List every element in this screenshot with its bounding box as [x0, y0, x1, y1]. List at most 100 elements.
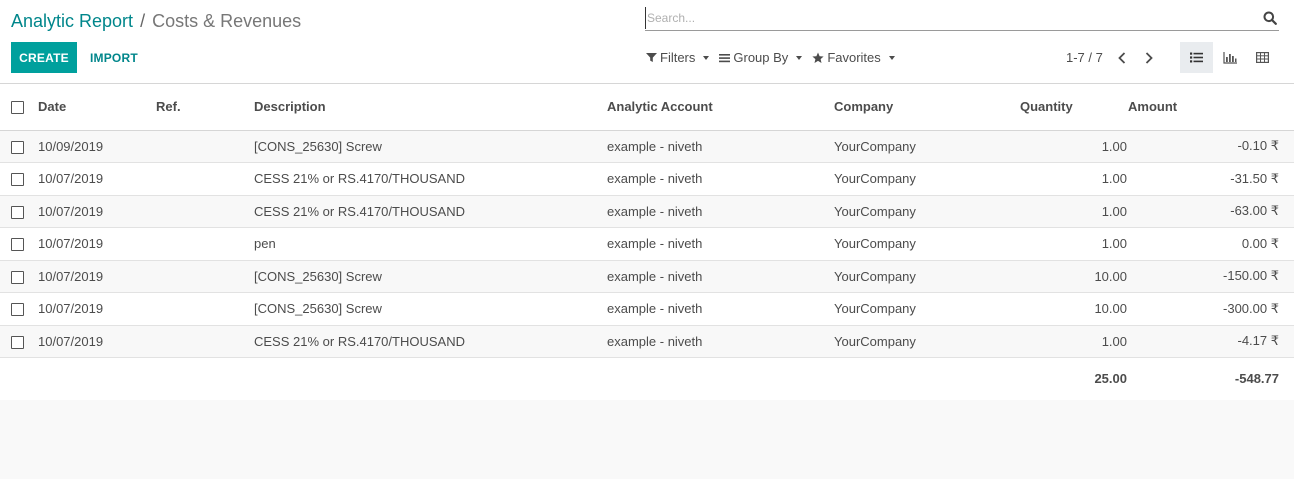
row-amount: -4.17 ₹	[1128, 325, 1294, 358]
column-header-quantity[interactable]: Quantity	[1020, 84, 1128, 131]
chevron-down-icon	[796, 55, 803, 60]
column-header-ref[interactable]: Ref.	[156, 84, 254, 131]
favorites-label: Favorites	[827, 50, 881, 65]
row-checkbox[interactable]	[11, 173, 24, 187]
import-button[interactable]: IMPORT	[80, 42, 148, 73]
filter-icon	[646, 53, 657, 62]
graph-view-button[interactable]	[1213, 42, 1246, 73]
table-header-row: Date Ref. Description Analytic Account C…	[0, 84, 1294, 131]
search-input[interactable]	[645, 7, 1245, 29]
row-quantity: 1.00	[1020, 227, 1128, 261]
bars-icon	[719, 53, 731, 62]
chevron-right-icon	[1145, 52, 1153, 64]
chevron-down-icon	[888, 55, 895, 60]
group-by-dropdown[interactable]: Group By	[719, 50, 803, 65]
row-date: 10/07/2019	[27, 195, 156, 228]
column-header-description[interactable]: Description	[254, 84, 607, 131]
row-date: 10/07/2019	[27, 227, 156, 261]
row-description: [CONS_25630] Screw	[254, 260, 607, 293]
row-checkbox[interactable]	[11, 205, 24, 219]
pager-previous-button[interactable]	[1113, 49, 1131, 67]
row-ref	[156, 162, 254, 196]
row-company: YourCompany	[834, 162, 1020, 196]
select-all-checkbox[interactable]	[11, 101, 24, 115]
row-ref	[156, 325, 254, 358]
row-quantity: 10.00	[1020, 292, 1128, 326]
row-select-cell	[0, 227, 27, 261]
table-row[interactable]: 10/07/2019 [CONS_25630] Screw example - ni…	[0, 260, 1294, 293]
row-description: CESS 21% or RS.4170/THOUSAND	[254, 325, 607, 358]
breadcrumb-separator: /	[140, 11, 146, 31]
row-checkbox[interactable]	[11, 335, 24, 349]
row-analytic-account: example - niveth	[607, 195, 834, 228]
row-company: YourCompany	[834, 325, 1020, 358]
row-checkbox[interactable]	[11, 140, 24, 154]
row-amount: -150.00 ₹	[1128, 260, 1294, 293]
row-checkbox[interactable]	[11, 303, 24, 317]
total-amount: -548.77	[1128, 357, 1294, 400]
search-icon[interactable]	[1263, 11, 1277, 25]
totals-row: 25.00 -548.77	[0, 357, 1294, 400]
row-quantity: 1.00	[1020, 162, 1128, 196]
row-select-cell	[0, 130, 27, 163]
row-description: CESS 21% or RS.4170/THOUSAND	[254, 162, 607, 196]
row-date: 10/07/2019	[27, 292, 156, 326]
row-company: YourCompany	[834, 195, 1020, 228]
row-amount: -300.00 ₹	[1128, 292, 1294, 326]
row-ref	[156, 260, 254, 293]
create-button[interactable]: CREATE	[11, 42, 77, 73]
pivot-table-icon	[1256, 52, 1269, 63]
pager-next-button[interactable]	[1140, 49, 1158, 67]
totals-spacer	[0, 357, 27, 400]
table-row[interactable]: 10/07/2019 [CONS_25630] Screw example - ni…	[0, 292, 1294, 326]
analytic-lines-table: Date Ref. Description Analytic Account C…	[0, 84, 1294, 400]
row-date: 10/07/2019	[27, 162, 156, 196]
star-icon	[812, 52, 824, 63]
row-select-cell	[0, 292, 27, 326]
row-company: YourCompany	[834, 260, 1020, 293]
pivot-view-button[interactable]	[1246, 42, 1279, 73]
row-description: [CONS_25630] Screw	[254, 130, 607, 163]
table-row[interactable]: 10/09/2019 [CONS_25630] Screw example - ni…	[0, 130, 1294, 163]
table-row[interactable]: 10/07/2019 CESS 21% or RS.4170/THOUSAND ex…	[0, 195, 1294, 228]
breadcrumb-current: Costs & Revenues	[152, 11, 302, 31]
row-date: 10/09/2019	[27, 130, 156, 163]
row-description: CESS 21% or RS.4170/THOUSAND	[254, 195, 607, 228]
chevron-down-icon	[703, 55, 710, 60]
filters-label: Filters	[660, 50, 696, 65]
row-checkbox[interactable]	[11, 270, 24, 284]
row-ref	[156, 292, 254, 326]
breadcrumb-analytic-report[interactable]: Analytic Report	[11, 11, 133, 31]
search-bar	[645, 7, 1279, 31]
favorites-dropdown[interactable]: Favorites	[812, 50, 895, 65]
totals-spacer	[834, 357, 1020, 400]
row-date: 10/07/2019	[27, 325, 156, 358]
table-row[interactable]: 10/07/2019 CESS 21% or RS.4170/THOUSAND ex…	[0, 162, 1294, 196]
column-header-amount[interactable]: Amount	[1128, 84, 1294, 131]
group-by-label: Group By	[733, 50, 789, 65]
row-ref	[156, 227, 254, 261]
row-select-cell	[0, 260, 27, 293]
column-header-analytic-account[interactable]: Analytic Account	[607, 84, 834, 131]
row-amount: -31.50 ₹	[1128, 162, 1294, 196]
table-row[interactable]: 10/07/2019 CESS 21% or RS.4170/THOUSAND ex…	[0, 325, 1294, 358]
column-header-company[interactable]: Company	[834, 84, 1020, 131]
row-quantity: 1.00	[1020, 195, 1128, 228]
bar-chart-icon	[1222, 51, 1237, 64]
list-view-button[interactable]	[1180, 42, 1213, 73]
select-all-cell	[0, 84, 27, 131]
totals-spacer	[27, 357, 156, 400]
table-body: 10/09/2019 [CONS_25630] Screw example - ni…	[0, 130, 1294, 358]
row-amount: 0.00 ₹	[1128, 227, 1294, 261]
column-header-date[interactable]: Date	[27, 84, 156, 131]
row-analytic-account: example - niveth	[607, 292, 834, 326]
row-company: YourCompany	[834, 130, 1020, 163]
row-ref	[156, 130, 254, 163]
row-checkbox[interactable]	[11, 238, 24, 252]
totals-spacer	[156, 357, 254, 400]
row-analytic-account: example - niveth	[607, 130, 834, 163]
pager-value[interactable]: 1-7 / 7	[1066, 50, 1103, 65]
total-quantity: 25.00	[1020, 357, 1128, 400]
table-row[interactable]: 10/07/2019 pen example - niveth YourCompany…	[0, 227, 1294, 261]
filters-dropdown[interactable]: Filters	[646, 50, 710, 65]
